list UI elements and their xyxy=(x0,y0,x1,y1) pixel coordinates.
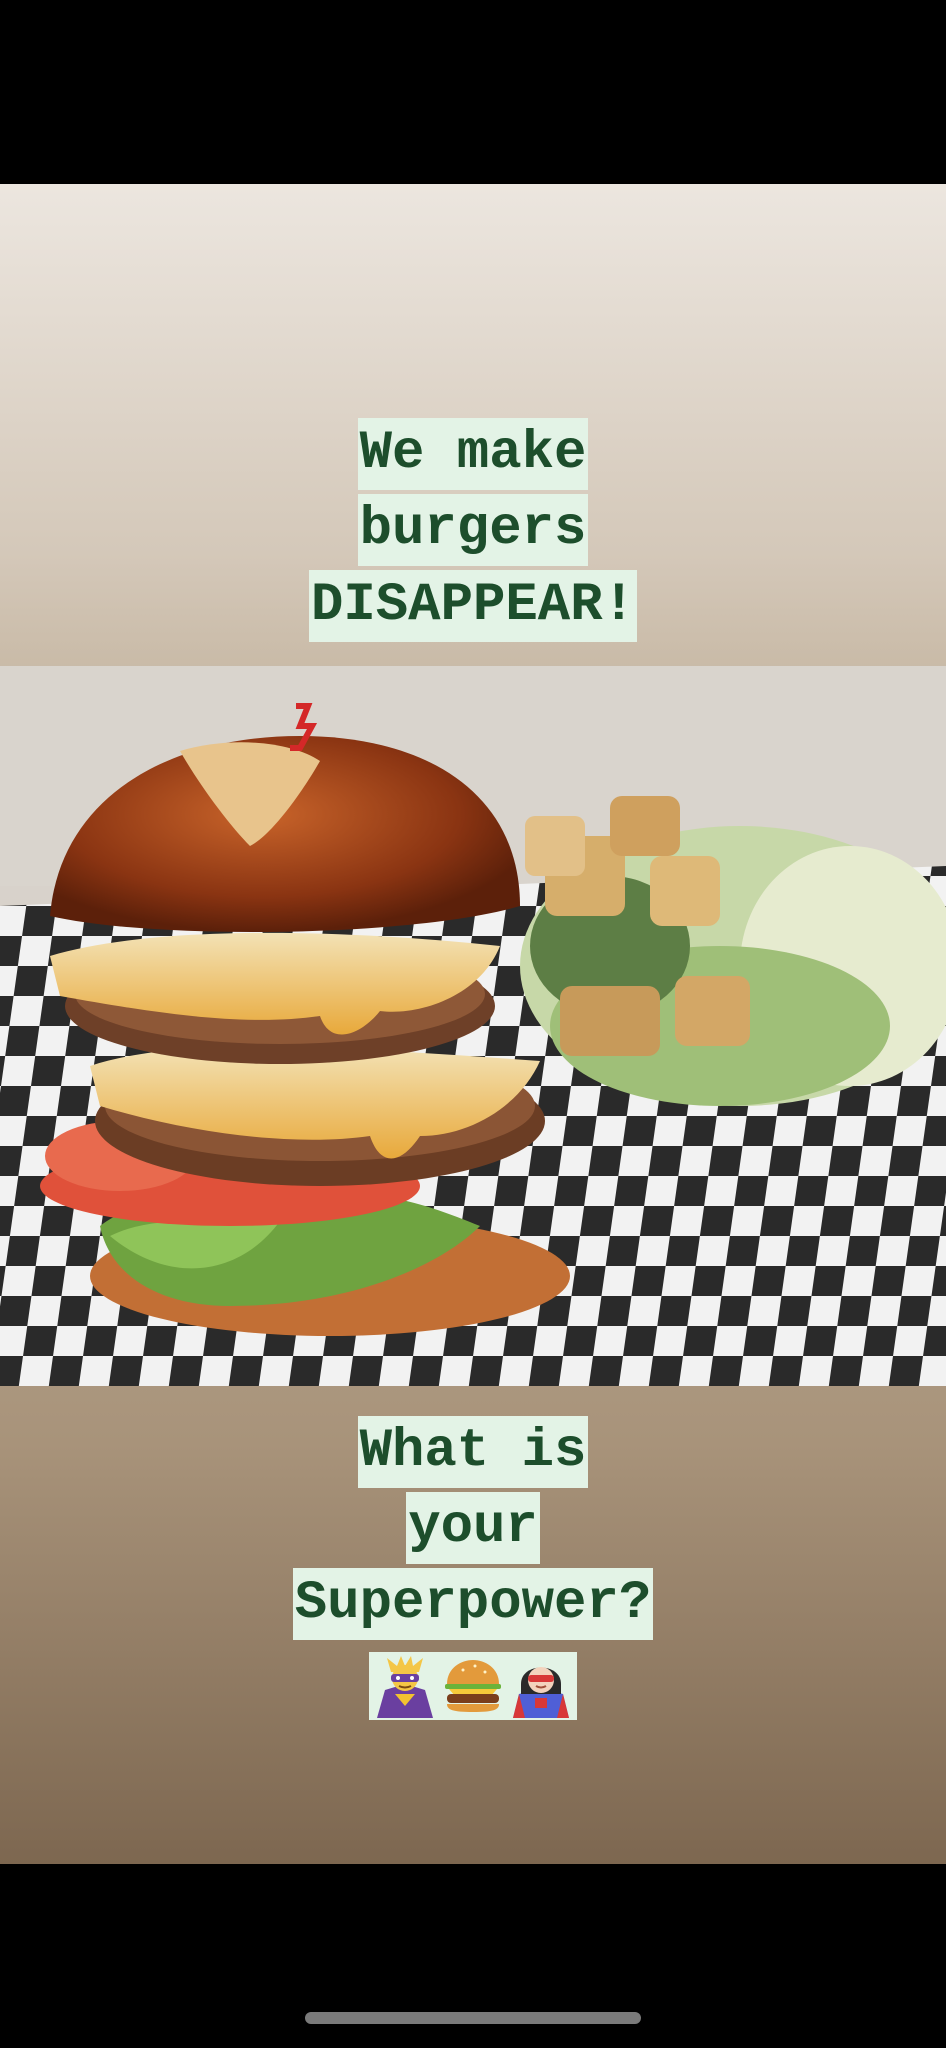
top-caption-line-1: We make xyxy=(357,418,589,490)
bottom-caption: What is your Superpower? xyxy=(0,1414,946,1720)
supervillain-icon xyxy=(377,1656,433,1718)
bottom-caption-line-1: What is xyxy=(357,1416,589,1488)
burger-salad-photo xyxy=(0,666,946,1386)
top-caption-line-2: burgers xyxy=(357,494,589,566)
emoji-row xyxy=(369,1652,577,1720)
story-canvas: We make burgers DISAPPEAR! What is your … xyxy=(0,184,946,1864)
top-caption-line-3: DISAPPEAR! xyxy=(308,570,638,642)
burger-icon xyxy=(445,1660,501,1712)
superhero-woman-icon xyxy=(513,1667,569,1718)
bottom-caption-line-2: your xyxy=(406,1492,540,1564)
home-indicator[interactable] xyxy=(305,2012,641,2024)
top-caption: We make burgers DISAPPEAR! xyxy=(0,416,946,644)
bottom-caption-line-3: Superpower? xyxy=(292,1568,654,1640)
